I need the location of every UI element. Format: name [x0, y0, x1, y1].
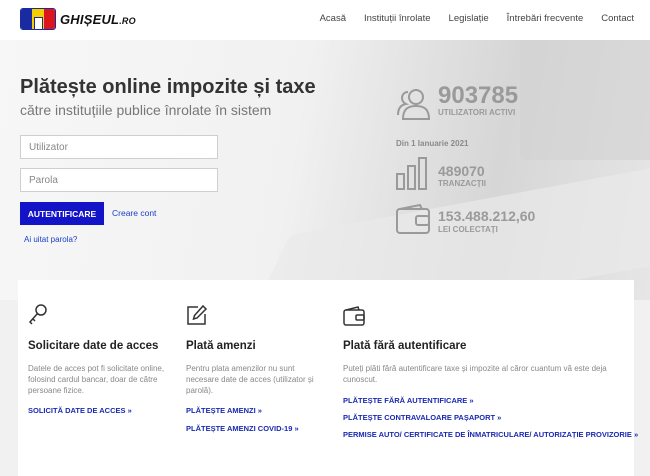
request-access-link[interactable]: SOLICITĂ DATE DE ACCES » [28, 406, 132, 415]
users-label: UTILIZATORI ACTIVI [438, 108, 516, 117]
logo-flag-icon [20, 8, 56, 30]
nav-item-legislatie[interactable]: Legislație [449, 13, 489, 24]
create-account-link[interactable]: Creare cont [112, 208, 156, 218]
card-title: Solicitare date de acces [28, 340, 159, 352]
nav-item-intrebari[interactable]: Întrebări frecvente [507, 13, 584, 24]
users-icon [397, 89, 431, 120]
driving-permits-link[interactable]: PERMISE AUTO/ CERTIFICATE DE ÎNMATRICULA… [343, 430, 638, 439]
hero-background-monitor [520, 40, 650, 160]
nav-item-contact[interactable]: Contact [601, 13, 634, 24]
card-title: Plată fără autentificare [343, 340, 467, 352]
nav-item-acasa[interactable]: Acasă [320, 13, 346, 24]
wallet-icon [343, 306, 365, 326]
nav-item-institutii[interactable]: Instituții înrolate [364, 13, 431, 24]
stats-since: Din 1 Ianuarie 2021 [396, 139, 469, 148]
pay-covid-fines-link[interactable]: PLĂTEȘTE AMENZI COVID-19 » [186, 424, 299, 433]
card-description: Puteți plăti fără autentificare taxe și … [343, 364, 607, 384]
transactions-label: TRANZACȚII [438, 179, 486, 188]
services-panel: Solicitare date de acces Datele de acces… [18, 280, 638, 476]
bar-chart-icon [396, 157, 427, 190]
pay-fines-link[interactable]: PLĂTEȘTE AMENZI » [186, 406, 262, 415]
forgot-password-link[interactable]: Ai uitat parola? [24, 235, 77, 244]
page-title: Plătește online impozite și taxe [20, 76, 316, 98]
main-nav: Acasă Instituții înrolate Legislație Înt… [320, 13, 634, 24]
site-header: GHIȘEUL.RO Acasă Instituții înrolate Leg… [0, 0, 650, 40]
username-input[interactable] [20, 135, 218, 159]
transactions-count: 489070 [438, 163, 485, 179]
key-icon [28, 304, 47, 325]
card-description: Pentru plata amenzilor nu sunt necesare … [186, 364, 314, 395]
card-title: Plată amenzi [186, 340, 256, 352]
password-input[interactable] [20, 168, 218, 192]
wallet-icon [396, 204, 430, 234]
logo[interactable]: GHIȘEUL.RO [20, 8, 136, 30]
logo-text: GHIȘEUL.RO [60, 11, 136, 27]
login-button[interactable]: AUTENTIFICARE [20, 202, 104, 225]
pay-without-auth-link[interactable]: PLĂTEȘTE FĂRĂ AUTENTIFICARE » [343, 396, 474, 405]
page-subtitle: către instituțiile publice înrolate în s… [20, 102, 272, 118]
collected-amount: 153.488.212,60 [438, 208, 536, 224]
users-count: 903785 [438, 82, 519, 109]
edit-icon [187, 304, 208, 325]
collected-label: LEI COLECTAȚI [438, 225, 498, 234]
pay-passport-link[interactable]: PLĂTEȘTE CONTRAVALOARE PAȘAPORT » [343, 413, 501, 422]
card-description: Datele de acces pot fi solicitate online… [28, 364, 165, 395]
